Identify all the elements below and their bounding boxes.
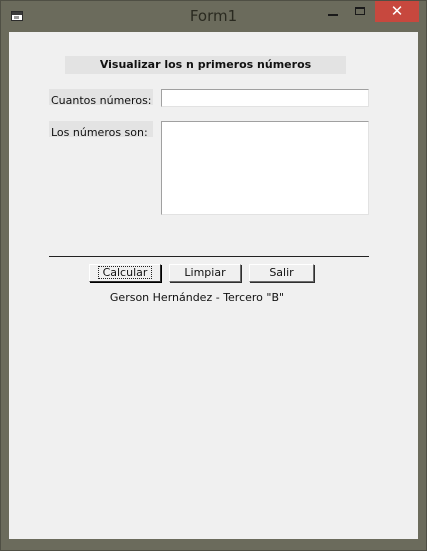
maximize-button[interactable] [347, 1, 373, 23]
author-credits: Gerson Hernández - Tercero "B" [109, 291, 285, 304]
limpiar-button-label: Limpiar [184, 266, 226, 279]
minimize-button[interactable] [319, 1, 347, 23]
divider-line [49, 256, 369, 257]
result-textarea[interactable] [161, 121, 369, 215]
form-heading: Visualizar los n primeros números [99, 58, 312, 71]
title-bar[interactable]: Form1 ✕ [1, 1, 426, 31]
count-label: Cuantos números: [51, 94, 152, 107]
calcular-button-label: Calcular [97, 266, 153, 279]
calcular-button[interactable]: Calcular [89, 264, 161, 282]
salir-button-label: Salir [269, 266, 294, 279]
salir-button[interactable]: Salir [249, 264, 314, 282]
result-label: Los números son: [51, 126, 148, 139]
count-input[interactable] [161, 89, 369, 107]
form-client-area: Visualizar los n primeros números Cuanto… [9, 32, 418, 539]
heading-panel: Visualizar los n primeros números [65, 56, 346, 74]
limpiar-button[interactable]: Limpiar [169, 264, 241, 282]
result-label-panel: Los números son: [49, 121, 153, 139]
form1-window: Form1 ✕ Visualizar los n primeros número… [0, 0, 427, 551]
close-button[interactable]: ✕ [375, 1, 419, 22]
count-label-panel: Cuantos números: [49, 89, 153, 107]
